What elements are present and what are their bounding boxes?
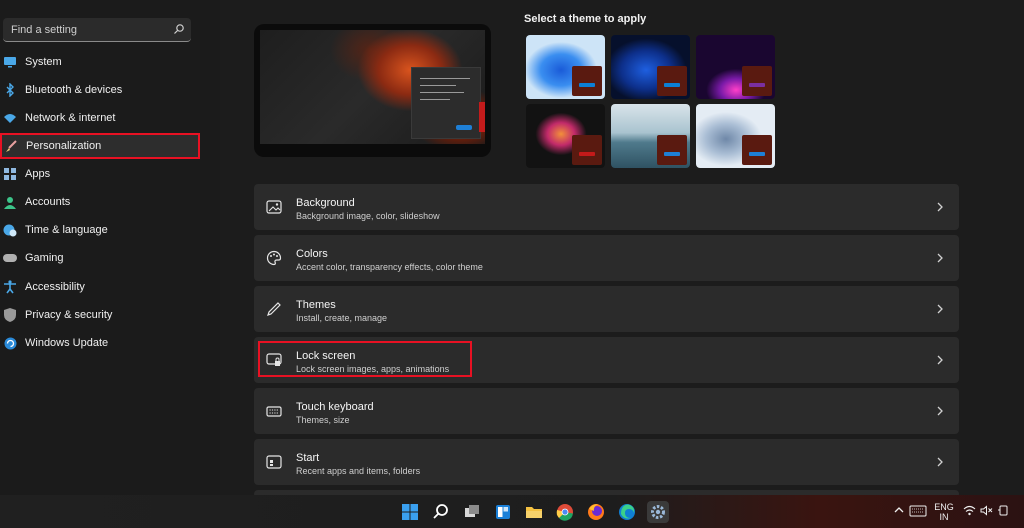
desktop-preview xyxy=(254,24,491,157)
firefox-icon[interactable] xyxy=(585,501,607,523)
card-subtitle: Install, create, manage xyxy=(296,313,388,323)
card-subtitle: Themes, size xyxy=(296,415,350,425)
widgets-icon[interactable] xyxy=(492,501,514,523)
language-indicator[interactable]: ENG IN xyxy=(934,502,954,522)
update-icon xyxy=(3,336,17,350)
file-explorer-icon[interactable] xyxy=(523,501,545,523)
apps-icon xyxy=(3,167,17,181)
search-box[interactable]: Find a setting xyxy=(3,18,191,42)
chevron-up-icon[interactable] xyxy=(894,505,904,518)
palette-icon xyxy=(266,250,282,266)
card-subtitle: Recent apps and items, folders xyxy=(296,466,421,476)
globe-clock-icon xyxy=(3,223,17,237)
sidebar-item-bluetooth[interactable]: Bluetooth & devices xyxy=(0,77,200,103)
person-icon xyxy=(3,195,17,209)
sidebar-item-label: Personalization xyxy=(26,140,102,152)
search-placeholder[interactable]: Find a setting xyxy=(11,24,77,36)
sidebar-item-label: Windows Update xyxy=(25,337,109,349)
wifi-icon[interactable] xyxy=(963,505,976,519)
card-title: Touch keyboard xyxy=(296,401,374,413)
sidebar-item-accessibility[interactable]: Accessibility xyxy=(0,274,200,300)
sidebar-item-label: Privacy & security xyxy=(25,309,113,321)
theme-glow[interactable] xyxy=(696,35,775,99)
card-themes[interactable]: Themes Install, create, manage xyxy=(254,286,959,332)
chevron-right-icon xyxy=(935,252,945,264)
windows-start-icon[interactable] xyxy=(399,501,421,523)
keyboard-icon xyxy=(266,403,282,419)
card-subtitle: Background image, color, slideshow xyxy=(296,211,440,221)
speaker-muted-icon[interactable] xyxy=(980,505,993,519)
theme-windows-dark[interactable] xyxy=(611,35,690,99)
card-lock-screen[interactable]: Lock screen Lock screen images, apps, an… xyxy=(254,337,959,383)
card-start[interactable]: Start Recent apps and items, folders xyxy=(254,439,959,485)
gamepad-icon xyxy=(3,251,17,265)
sidebar-item-label: Gaming xyxy=(25,252,64,264)
chevron-right-icon xyxy=(935,405,945,417)
sidebar-item-label: Network & internet xyxy=(25,112,116,124)
monitor-icon xyxy=(3,55,17,69)
touch-keyboard-icon[interactable] xyxy=(909,505,927,520)
chrome-icon[interactable] xyxy=(554,501,576,523)
card-title: Lock screen xyxy=(296,350,356,362)
start-icon xyxy=(266,454,282,470)
sidebar-item-network[interactable]: Network & internet xyxy=(0,105,200,131)
lock-screen-icon xyxy=(266,352,282,368)
task-view-icon[interactable] xyxy=(461,501,483,523)
wifi-icon xyxy=(3,111,17,125)
card-colors[interactable]: Colors Accent color, transparency effect… xyxy=(254,235,959,281)
card-background[interactable]: Background Background image, color, slid… xyxy=(254,184,959,230)
card-title: Background xyxy=(296,197,355,209)
card-title: Colors xyxy=(296,248,328,260)
sidebar-item-privacy[interactable]: Privacy & security xyxy=(0,302,200,328)
theme-captured-motion[interactable] xyxy=(526,104,605,168)
chevron-right-icon xyxy=(935,303,945,315)
window-preview xyxy=(411,67,481,139)
card-title: Themes xyxy=(296,299,336,311)
sidebar-item-label: Accessibility xyxy=(25,281,85,293)
theme-flow[interactable] xyxy=(696,104,775,168)
bluetooth-icon xyxy=(3,83,17,97)
card-subtitle: Lock screen images, apps, animations xyxy=(296,364,450,374)
chevron-right-icon xyxy=(935,201,945,213)
settings-icon[interactable] xyxy=(647,501,669,523)
sidebar-item-gaming[interactable]: Gaming xyxy=(0,245,200,271)
sidebar-item-accounts[interactable]: Accounts xyxy=(0,189,200,215)
search-icon[interactable] xyxy=(430,501,452,523)
search-icon[interactable] xyxy=(173,23,185,38)
main-content: Select a theme to apply Background Backg… xyxy=(220,0,1024,498)
taskbar: ENG IN xyxy=(0,495,1024,528)
sidebar-item-windows-update[interactable]: Windows Update xyxy=(0,330,200,356)
card-subtitle: Accent color, transparency effects, colo… xyxy=(296,262,483,272)
accessibility-icon xyxy=(3,280,17,294)
card-touch-keyboard[interactable]: Touch keyboard Themes, size xyxy=(254,388,959,434)
sidebar-item-time-language[interactable]: Time & language xyxy=(0,217,200,243)
sidebar: Find a setting System Bluetooth & device… xyxy=(0,0,220,495)
sidebar-item-label: Time & language xyxy=(25,224,108,236)
language-code: ENG xyxy=(934,502,954,512)
sidebar-item-personalization[interactable]: Personalization xyxy=(0,133,200,159)
theme-windows-light[interactable] xyxy=(526,35,605,99)
theme-sunrise[interactable] xyxy=(611,104,690,168)
brush-icon xyxy=(4,139,18,153)
chevron-right-icon xyxy=(935,456,945,468)
shield-icon xyxy=(3,308,17,322)
battery-icon[interactable] xyxy=(997,505,1010,519)
image-icon xyxy=(266,199,282,215)
sidebar-item-system[interactable]: System xyxy=(0,49,200,75)
edge-icon[interactable] xyxy=(616,501,638,523)
lenovo-logo xyxy=(479,102,485,132)
theme-section-title: Select a theme to apply xyxy=(524,13,647,25)
sidebar-item-label: Accounts xyxy=(25,196,71,208)
chevron-right-icon xyxy=(935,354,945,366)
sidebar-item-label: Bluetooth & devices xyxy=(25,84,123,96)
pen-icon xyxy=(266,301,282,317)
sidebar-item-apps[interactable]: Apps xyxy=(0,161,200,187)
card-title: Start xyxy=(296,452,320,464)
sidebar-item-label: Apps xyxy=(25,168,51,180)
region-code: IN xyxy=(939,512,949,522)
sidebar-item-label: System xyxy=(25,56,62,68)
